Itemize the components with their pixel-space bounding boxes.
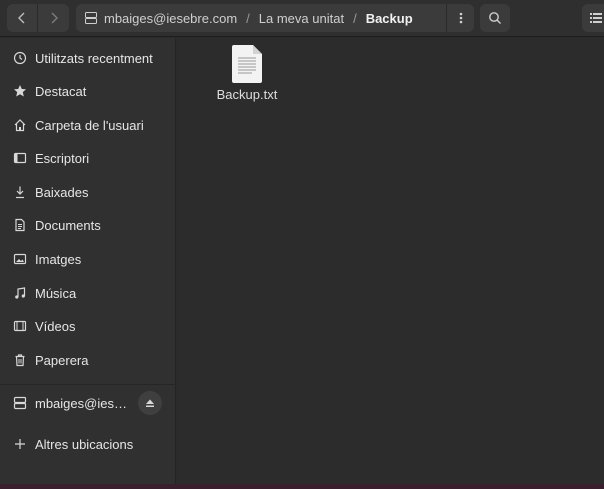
sidebar-item-label: Paperera (35, 352, 89, 368)
music-icon (12, 285, 28, 301)
network-drive-icon (12, 395, 28, 411)
breadcrumb-separator: / (353, 10, 357, 26)
sidebar-item-label: Baixades (35, 184, 89, 200)
sidebar-item-label: Altres ubicacions (35, 436, 134, 452)
file-view: Backup.txt (177, 38, 604, 484)
view-options-button[interactable] (582, 4, 604, 32)
sidebar-item-other-locations[interactable]: Altres ubicacions (0, 429, 176, 459)
sidebar-item-music[interactable]: Música (0, 278, 176, 308)
file-item[interactable]: Backup.txt (207, 44, 287, 114)
sidebar-item-label: Documents (35, 217, 101, 233)
document-icon (12, 217, 28, 233)
search-button[interactable] (480, 4, 510, 32)
network-drive-icon (84, 11, 98, 25)
trash-icon (12, 352, 28, 368)
sidebar-item-videos[interactable]: Vídeos (0, 311, 176, 341)
sidebar: Utilitzats recentment Destacat Carpeta d… (0, 38, 176, 484)
chevron-right-icon (51, 12, 58, 24)
eject-icon (146, 399, 154, 407)
home-icon (12, 117, 28, 133)
sidebar-item-label: Utilitzats recentment (35, 50, 153, 66)
chevron-left-icon (18, 12, 25, 24)
sidebar-item-label: Música (35, 285, 77, 301)
video-icon (12, 318, 28, 334)
sidebar-item-downloads[interactable]: Baixades (0, 177, 176, 207)
back-button[interactable] (7, 4, 38, 32)
sidebar-item-recent[interactable]: Utilitzats recentment (0, 43, 176, 73)
sidebar-item-desktop[interactable]: Escriptori (0, 143, 176, 173)
sidebar-item-starred[interactable]: Destacat (0, 76, 176, 106)
file-name: Backup.txt (216, 87, 278, 102)
desktop-background (0, 484, 604, 489)
header-bar: mbaiges@iesebre.com / La meva unitat / B… (0, 0, 604, 37)
sidebar-item-pictures[interactable]: Imatges (0, 244, 176, 274)
path-menu-button[interactable] (446, 4, 474, 32)
download-icon (12, 184, 28, 200)
sidebar-item-label: Vídeos (35, 318, 76, 334)
sidebar-divider (0, 384, 176, 385)
navigation-buttons (7, 4, 69, 32)
plus-icon (12, 436, 28, 452)
sidebar-item-label: Imatges (35, 251, 82, 267)
star-icon (12, 83, 28, 99)
desktop-icon (12, 150, 28, 166)
sidebar-item-documents[interactable]: Documents (0, 210, 176, 240)
eject-button[interactable] (138, 391, 162, 415)
file-manager-window: mbaiges@iesebre.com / La meva unitat / B… (0, 0, 604, 484)
sidebar-item-home[interactable]: Carpeta de l'usuari (0, 110, 176, 140)
sidebar-item-label: Escriptori (35, 150, 90, 166)
list-view-icon (590, 13, 602, 23)
breadcrumb-drive[interactable]: mbaiges@iesebre.com (104, 11, 237, 26)
vertical-ellipsis-icon (459, 12, 462, 24)
sidebar-item-label: mbaiges@ies… (35, 395, 127, 411)
clock-icon (12, 50, 28, 66)
text-file-icon (232, 45, 262, 83)
sidebar-item-label: Destacat (35, 83, 87, 99)
breadcrumb-separator: / (246, 10, 250, 26)
path-bar: mbaiges@iesebre.com / La meva unitat / B… (76, 4, 474, 32)
forward-button[interactable] (38, 4, 69, 32)
breadcrumb-current[interactable]: Backup (366, 11, 413, 26)
search-icon (489, 12, 501, 24)
sidebar-item-trash[interactable]: Paperera (0, 345, 176, 375)
breadcrumb-my-drive[interactable]: La meva unitat (259, 11, 344, 26)
image-icon (12, 251, 28, 267)
sidebar-item-label: Carpeta de l'usuari (35, 117, 144, 133)
